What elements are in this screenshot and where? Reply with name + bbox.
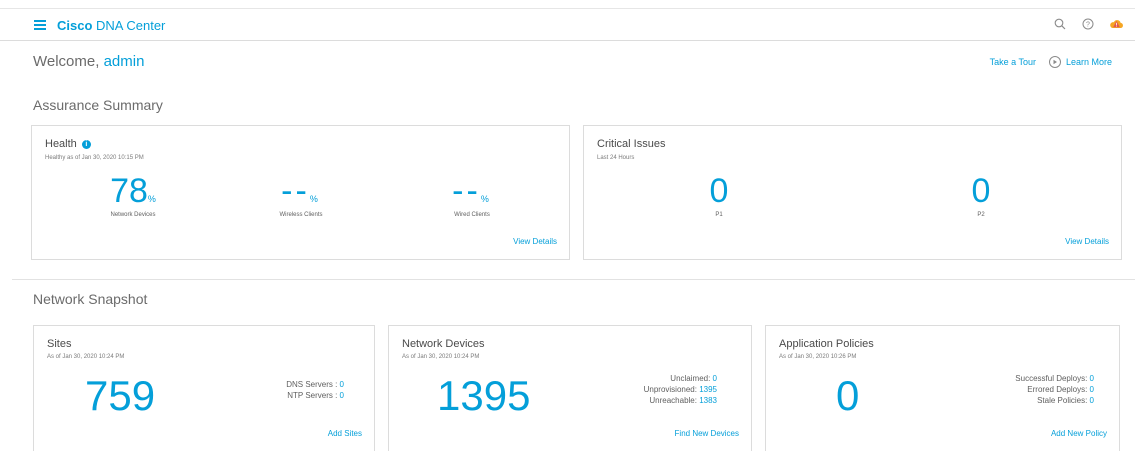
wired-clients-label: Wired Clients <box>454 212 490 218</box>
p2-label: P2 <box>977 212 985 218</box>
dns-servers-row: DNS Servers : 0 <box>286 379 344 390</box>
unprovisioned-value[interactable]: 1395 <box>699 385 717 394</box>
network-devices-subtitle: As of Jan 30, 2020 10:24 PM <box>402 354 480 360</box>
critical-p1[interactable]: 0 P1 <box>674 174 764 218</box>
top-icon-group: ? <box>1051 15 1125 33</box>
errored-deploys-label: Errored Deploys: <box>1027 385 1090 394</box>
network-devices-count[interactable]: 1395 <box>437 375 530 417</box>
svg-text:?: ? <box>1086 22 1090 29</box>
add-sites-link[interactable]: Add Sites <box>328 429 362 438</box>
cloud-alert-icon[interactable] <box>1107 15 1125 33</box>
unprovisioned-row: Unprovisioned: 1395 <box>644 384 717 395</box>
search-icon[interactable] <box>1051 15 1069 33</box>
brand-cisco: Cisco <box>57 18 93 33</box>
p2-value: 0 <box>971 172 991 210</box>
sites-details: DNS Servers : 0 NTP Servers : 0 <box>286 379 344 401</box>
wireless-clients-unit: % <box>309 194 321 204</box>
unreachable-value[interactable]: 1383 <box>699 396 717 405</box>
welcome-message: Welcome, admin <box>33 53 144 70</box>
app-brand[interactable]: Cisco DNA Center <box>57 18 165 33</box>
application-policies-subtitle: As of Jan 30, 2020 10:26 PM <box>779 354 857 360</box>
health-view-details-link[interactable]: View Details <box>513 237 557 246</box>
successful-deploys-row: Successful Deploys: 0 <box>1015 373 1094 384</box>
stale-policies-value[interactable]: 0 <box>1090 396 1094 405</box>
unclaimed-value[interactable]: 0 <box>713 374 717 383</box>
network-devices-title: Network Devices <box>402 338 485 350</box>
add-new-policy-link[interactable]: Add New Policy <box>1051 429 1107 438</box>
application-policies-title: Application Policies <box>779 338 874 350</box>
ntp-servers-value[interactable]: 0 <box>340 391 344 400</box>
tour-links: Take a Tour Learn More <box>990 56 1112 68</box>
health-network-devices[interactable]: 78% Network Devices <box>82 174 184 218</box>
ntp-servers-label: NTP Servers : <box>287 391 340 400</box>
unreachable-row: Unreachable: 1383 <box>644 395 717 406</box>
health-card: Health i Healthy as of Jan 30, 2020 10:1… <box>31 125 570 260</box>
health-title: Health i <box>45 138 91 150</box>
dns-servers-value[interactable]: 0 <box>340 380 344 389</box>
stale-policies-row: Stale Policies: 0 <box>1015 395 1094 406</box>
critical-issues-title: Critical Issues <box>597 138 666 150</box>
health-wired-clients[interactable]: --% Wired Clients <box>421 174 523 218</box>
health-title-label: Health <box>45 138 77 150</box>
ntp-servers-row: NTP Servers : 0 <box>286 390 344 401</box>
top-navigation-bar: Cisco DNA Center ? <box>0 8 1135 41</box>
critical-view-details-link[interactable]: View Details <box>1065 237 1109 246</box>
wired-clients-unit: % <box>480 194 492 204</box>
network-devices-value: 78 <box>110 172 148 210</box>
critical-issues-card: Critical Issues Last 24 Hours 0 P1 0 P2 … <box>583 125 1122 260</box>
wireless-clients-label: Wireless Clients <box>279 212 323 218</box>
errored-deploys-row: Errored Deploys: 0 <box>1015 384 1094 395</box>
unclaimed-label: Unclaimed: <box>670 374 713 383</box>
successful-deploys-value[interactable]: 0 <box>1090 374 1094 383</box>
critical-issues-subtitle: Last 24 Hours <box>597 155 635 161</box>
menu-icon[interactable] <box>34 20 46 30</box>
play-icon <box>1048 56 1061 68</box>
sites-subtitle: As of Jan 30, 2020 10:24 PM <box>47 354 125 360</box>
network-devices-unit: % <box>147 194 156 204</box>
application-policies-details: Successful Deploys: 0 Errored Deploys: 0… <box>1015 373 1094 406</box>
health-subtitle: Healthy as of Jan 30, 2020 10:15 PM <box>45 155 144 161</box>
learn-more-label: Learn More <box>1065 57 1112 67</box>
successful-deploys-label: Successful Deploys: <box>1015 374 1090 383</box>
dns-servers-label: DNS Servers : <box>286 380 340 389</box>
unprovisioned-label: Unprovisioned: <box>643 385 700 394</box>
application-policies-count[interactable]: 0 <box>836 375 859 417</box>
critical-p2[interactable]: 0 P2 <box>936 174 1026 218</box>
brand-product: DNA Center <box>92 18 166 33</box>
sites-card: Sites As of Jan 30, 2020 10:24 PM 759 DN… <box>33 325 375 451</box>
p1-value: 0 <box>709 172 729 210</box>
assurance-summary-title: Assurance Summary <box>33 97 163 113</box>
unreachable-label: Unreachable: <box>649 396 700 405</box>
username[interactable]: admin <box>104 53 145 70</box>
errored-deploys-value[interactable]: 0 <box>1090 385 1094 394</box>
wired-clients-value: -- <box>452 172 481 210</box>
network-devices-details: Unclaimed: 0 Unprovisioned: 1395 Unreach… <box>644 373 717 406</box>
welcome-prefix: Welcome, <box>33 53 104 70</box>
help-icon[interactable]: ? <box>1079 15 1097 33</box>
learn-more-link[interactable]: Learn More <box>1048 56 1112 68</box>
take-a-tour-link[interactable]: Take a Tour <box>990 57 1036 67</box>
sites-count[interactable]: 759 <box>85 375 155 417</box>
sites-title: Sites <box>47 338 72 350</box>
section-divider <box>12 279 1135 280</box>
find-new-devices-link[interactable]: Find New Devices <box>675 429 739 438</box>
health-wireless-clients[interactable]: --% Wireless Clients <box>250 174 352 218</box>
stale-policies-label: Stale Policies: <box>1037 396 1090 405</box>
application-policies-card: Application Policies As of Jan 30, 2020 … <box>765 325 1120 451</box>
network-devices-label: Network Devices <box>110 212 156 218</box>
network-snapshot-title: Network Snapshot <box>33 291 148 307</box>
p1-label: P1 <box>715 212 723 218</box>
network-devices-card: Network Devices As of Jan 30, 2020 10:24… <box>388 325 752 451</box>
wireless-clients-value: -- <box>281 172 310 210</box>
info-icon[interactable]: i <box>81 139 91 149</box>
unclaimed-row: Unclaimed: 0 <box>644 373 717 384</box>
